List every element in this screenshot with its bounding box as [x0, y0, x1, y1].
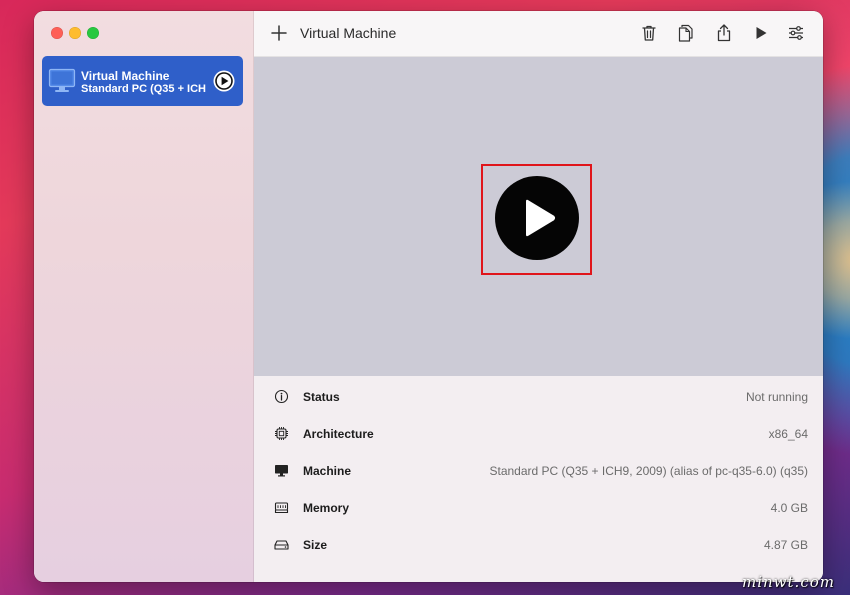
- toolbar-title: Virtual Machine: [300, 25, 397, 41]
- detail-row-architecture: Architecture x86_64: [254, 415, 823, 452]
- vm-display-area: [254, 57, 823, 376]
- window-maximize-button[interactable]: [87, 27, 99, 39]
- detail-label: Memory: [303, 501, 350, 515]
- detail-row-size: Size 4.87 GB: [254, 526, 823, 563]
- display-icon: [275, 465, 288, 477]
- detail-value: Not running: [745, 390, 808, 404]
- sidebar: Virtual Machine Standard PC (Q35 + ICH..…: [34, 11, 254, 582]
- play-icon[interactable]: [751, 23, 771, 43]
- memory-icon: [274, 502, 289, 514]
- toolbar: Virtual Machine: [254, 11, 823, 57]
- sidebar-item-virtual-machine[interactable]: Virtual Machine Standard PC (Q35 + ICH..…: [42, 56, 243, 106]
- detail-row-memory: Memory 4.0 GB: [254, 489, 823, 526]
- info-circle-icon: [274, 389, 289, 404]
- share-icon[interactable]: [714, 23, 734, 43]
- detail-label: Status: [303, 390, 340, 404]
- detail-row-status: Status Not running: [254, 378, 823, 415]
- app-window: Virtual Machine Standard PC (Q35 + ICH..…: [34, 11, 823, 582]
- plus-icon[interactable]: [269, 23, 289, 43]
- detail-value: Standard PC (Q35 + ICH9, 2009) (alias of…: [489, 464, 809, 478]
- vm-subtitle-label: Standard PC (Q35 + ICH...: [81, 83, 206, 95]
- vm-details-panel: Status Not running Architecture x86_64 M…: [254, 376, 823, 582]
- main-pane: Virtual Machine Status Not running Archi…: [254, 11, 823, 582]
- detail-label: Machine: [303, 464, 352, 478]
- play-circle-icon[interactable]: [212, 69, 236, 93]
- window-minimize-button[interactable]: [69, 27, 81, 39]
- trash-icon[interactable]: [639, 23, 659, 43]
- drive-icon: [274, 540, 289, 550]
- window-close-button[interactable]: [51, 27, 63, 39]
- cpu-icon: [275, 427, 288, 440]
- sliders-icon[interactable]: [786, 23, 806, 43]
- play-circle-icon[interactable]: [494, 175, 580, 261]
- vm-name-label: Virtual Machine: [81, 69, 170, 83]
- clone-icon[interactable]: [676, 23, 696, 43]
- detail-label: Size: [303, 538, 328, 552]
- site-watermark: minwt.com: [742, 573, 835, 591]
- detail-value: x86_64: [768, 427, 808, 441]
- detail-row-machine: Machine Standard PC (Q35 + ICH9, 2009) (…: [254, 452, 823, 489]
- monitor-icon: [48, 68, 76, 92]
- detail-value: 4.87 GB: [763, 538, 808, 552]
- detail-label: Architecture: [303, 427, 374, 441]
- detail-value: 4.0 GB: [770, 501, 808, 515]
